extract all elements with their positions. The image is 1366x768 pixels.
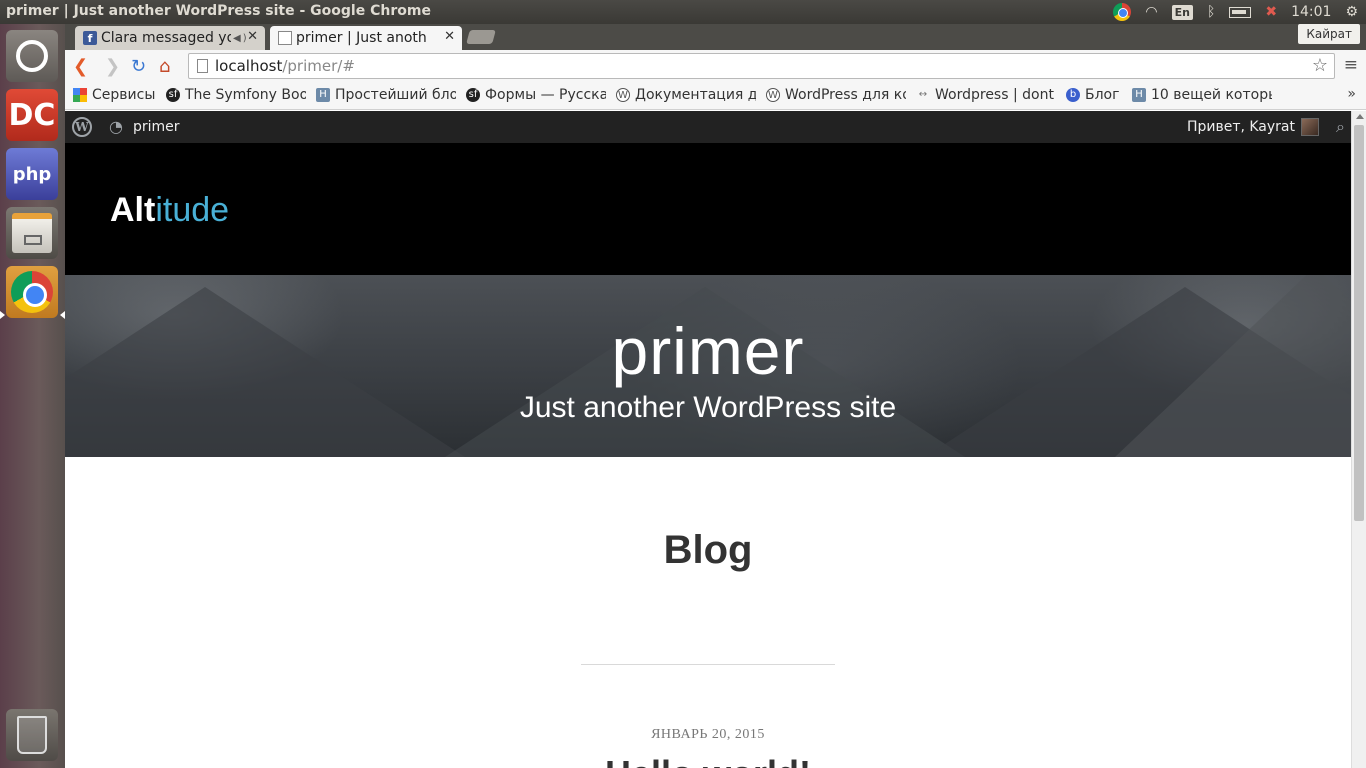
post-title[interactable]: Hello world!	[65, 753, 1351, 768]
bookmark-services[interactable]: Сервисы	[73, 87, 158, 103]
chrome-tray-icon[interactable]	[1113, 3, 1132, 21]
url-host: localhost	[215, 57, 283, 75]
bookmark-wp-dont[interactable]: ↔ Wordpress | dont	[916, 87, 1056, 103]
habr-icon: H	[316, 88, 330, 102]
dreamweaver-icon[interactable]: DC	[6, 89, 58, 141]
logo-bold-text: Alt	[110, 191, 156, 229]
admin-bar-greeting[interactable]: Привет, Kayrat	[1187, 119, 1295, 135]
wifi-icon[interactable]: ◠	[1145, 4, 1157, 20]
page-viewport: W ◔ primer Привет, Kayrat ⌕ Altitude pri…	[65, 111, 1351, 768]
bookmark-blog[interactable]: b Блог	[1066, 87, 1126, 103]
tab-audio-icon: ◀ )	[233, 32, 247, 44]
top-panel: primer | Just another WordPress site - G…	[0, 0, 1366, 24]
hero-tagline: Just another WordPress site	[519, 391, 897, 424]
bookmark-label: 10 вещей которь	[1151, 87, 1272, 103]
window-title: primer | Just another WordPress site - G…	[6, 3, 431, 19]
bookmark-label: WordPress для ко	[785, 87, 906, 103]
bookmark-star-icon[interactable]: ☆	[1312, 55, 1328, 76]
url-text[interactable]: localhost/primer/#	[215, 57, 355, 75]
logo-light-text: itude	[155, 191, 230, 229]
ubuntu-dash-icon[interactable]	[6, 30, 58, 82]
search-icon[interactable]: ⌕	[1336, 117, 1345, 137]
symfony-icon: sf	[166, 88, 180, 102]
tab-strip: f Clara messaged you ◀ ) ✕ primer | Just…	[65, 24, 1366, 50]
chrome-window: f Clara messaged you ◀ ) ✕ primer | Just…	[65, 24, 1366, 768]
tab-close-icon[interactable]: ✕	[444, 29, 455, 44]
home-icon[interactable]: ⌂	[159, 56, 170, 77]
keyboard-layout-indicator[interactable]: En	[1171, 4, 1193, 20]
bookmark-habr-2[interactable]: H 10 вещей которь	[1132, 87, 1272, 103]
tab-title: primer | Just another WordPress site	[296, 30, 426, 46]
launcher: DC php	[0, 24, 65, 768]
volume-muted-icon[interactable]: ✖	[1265, 4, 1277, 20]
site-header: Altitude	[65, 143, 1351, 275]
bookmark-label: The Symfony Boo	[185, 87, 306, 103]
divider	[581, 664, 835, 665]
files-icon[interactable]	[6, 207, 58, 259]
forward-arrow-icon[interactable]: ❯	[105, 56, 120, 77]
bookmark-symfony[interactable]: sf The Symfony Boo	[166, 87, 306, 103]
link-icon: ↔	[918, 89, 928, 100]
tab-primer[interactable]: primer | Just another WordPress site ✕	[270, 26, 462, 50]
chrome-icon[interactable]	[6, 266, 58, 318]
site-logo[interactable]: Altitude	[110, 191, 229, 230]
bookmark-docs[interactable]: W Документация д	[616, 87, 756, 103]
hero-site-title: primer	[611, 314, 805, 388]
bluetooth-icon[interactable]: ᛒ	[1207, 4, 1215, 20]
clock[interactable]: 14:01	[1291, 4, 1331, 20]
bookmark-label: Сервисы	[92, 87, 156, 103]
hero-banner: primer Just another WordPress site	[65, 275, 1351, 457]
vertical-scrollbar[interactable]	[1351, 111, 1366, 768]
facebook-favicon-icon: f	[83, 31, 97, 45]
blog-icon: b	[1066, 88, 1080, 102]
page-info-icon[interactable]	[197, 59, 208, 73]
apps-grid-icon	[73, 88, 87, 102]
battery-icon[interactable]	[1229, 6, 1252, 18]
tab-title: Clara messaged you	[101, 30, 231, 46]
wordpress-icon: W	[616, 88, 630, 102]
chrome-menu-icon[interactable]: ≡	[1344, 55, 1358, 75]
habr-icon: H	[1132, 88, 1146, 102]
bookmark-label: Wordpress | dont	[935, 87, 1054, 103]
bookmark-habr-1[interactable]: H Простейший бло	[316, 87, 456, 103]
back-arrow-icon[interactable]: ❮	[73, 56, 88, 77]
wordpress-icon: W	[766, 88, 780, 102]
profile-button[interactable]: Кайрат	[1298, 24, 1360, 44]
new-tab-button[interactable]	[466, 30, 496, 44]
system-tray: ◠ En ᛒ ✖ 14:01 ⚙	[1113, 2, 1358, 22]
bookmarks-bar: Сервисы sf The Symfony Boo H Простейший бл…	[65, 82, 1366, 110]
bookmark-forms[interactable]: sf Формы — Русска	[466, 87, 606, 103]
bookmark-label: Формы — Русска	[485, 87, 606, 103]
avatar[interactable]	[1301, 118, 1319, 136]
admin-bar-site-name[interactable]: primer	[133, 119, 180, 135]
bookmarks-overflow-button[interactable]: »	[1347, 86, 1356, 102]
reload-icon[interactable]: ↻	[131, 56, 146, 77]
scroll-up-icon[interactable]	[1356, 114, 1364, 119]
settings-gear-icon[interactable]: ⚙	[1345, 4, 1358, 20]
bookmark-wp-for[interactable]: W WordPress для ко	[766, 87, 906, 103]
post-date[interactable]: ЯНВАРЬ 20, 2015	[65, 727, 1351, 743]
scrollbar-thumb[interactable]	[1354, 125, 1364, 521]
page-title: Blog	[663, 528, 753, 572]
bookmark-label: Документация д	[635, 87, 756, 103]
phpstorm-label: php	[12, 163, 52, 185]
running-indicator-icon	[0, 311, 5, 319]
tab-facebook[interactable]: f Clara messaged you ◀ ) ✕	[75, 26, 265, 50]
dreamweaver-label: DC	[8, 97, 56, 133]
address-bar[interactable]: localhost/primer/# ☆	[188, 53, 1335, 79]
toolbar: ❮ ❯ ↻ ⌂ localhost/primer/# ☆ ≡	[65, 50, 1366, 82]
symfony-icon: sf	[466, 88, 480, 102]
trash-icon[interactable]	[6, 709, 58, 761]
dashboard-icon[interactable]: ◔	[109, 117, 123, 136]
bookmark-label: Блог	[1085, 87, 1120, 103]
phpstorm-icon[interactable]: php	[6, 148, 58, 200]
wp-admin-bar: W ◔ primer Привет, Kayrat ⌕	[65, 111, 1351, 143]
url-path: /primer/#	[282, 57, 355, 75]
bookmark-label: Простейший бло	[335, 87, 456, 103]
page-favicon-icon	[278, 31, 292, 45]
tab-close-icon[interactable]: ✕	[247, 29, 258, 44]
wordpress-logo-icon[interactable]: W	[72, 117, 92, 137]
